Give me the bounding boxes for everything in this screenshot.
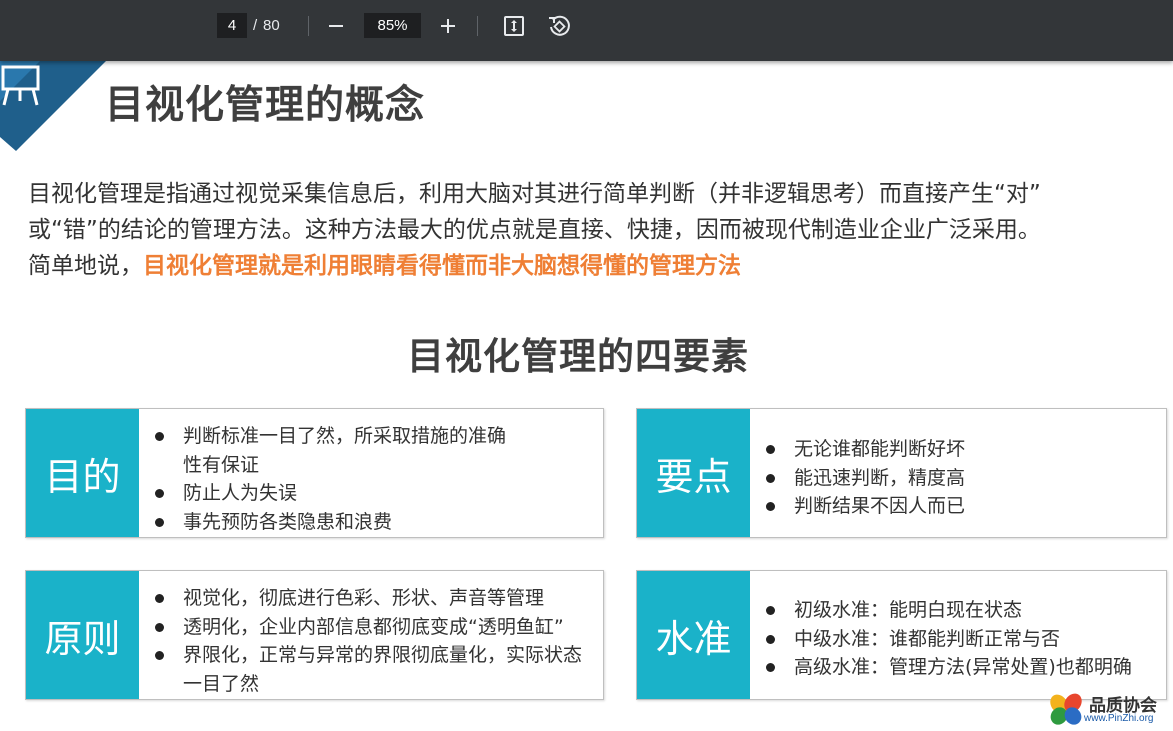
paragraph-line: 目视化管理是指通过视觉采集信息后，利用大脑对其进行简单判断（并非逻辑思考）而直接… [28, 181, 1041, 207]
element-card-purpose: 目的 判断标准一目了然，所采取措施的准确性有保证 防止人为失误 事先预防各类隐患… [25, 408, 604, 538]
rotate-icon [549, 15, 570, 36]
element-label: 原则 [26, 571, 139, 699]
rotate-button[interactable] [544, 11, 574, 41]
watermark-url: www.PinZhi.org [1084, 713, 1154, 724]
paragraph-line: 或“错”的结论的管理方法。这种方法最大的优点就是直接、快捷，因而被现代制造业企业… [28, 217, 1041, 243]
fit-to-page-icon [504, 16, 524, 36]
plus-icon [441, 19, 455, 33]
concept-paragraph: 目视化管理是指通过视觉采集信息后，利用大脑对其进行简单判断（并非逻辑思考）而直接… [28, 176, 1173, 284]
element-card-principles: 原则 视觉化，彻底进行色彩、形状、声音等管理 透明化，企业内部信息都彻底变成“透… [25, 570, 604, 700]
list-item: 初级水准：能明白现在状态 [764, 596, 1164, 625]
element-label: 要点 [637, 409, 750, 537]
list-item: 视觉化，彻底进行色彩、形状、声音等管理 [153, 584, 598, 613]
bullet-list: 视觉化，彻底进行色彩、形状、声音等管理 透明化，企业内部信息都彻底变成“透明鱼缸… [153, 584, 598, 698]
element-label: 目的 [26, 409, 139, 537]
list-item: 无论谁都能判断好坏 [764, 435, 1154, 464]
page-number-input[interactable]: 4 [217, 13, 247, 38]
list-item: 防止人为失误 [153, 479, 513, 508]
paragraph-prefix: 简单地说， [28, 253, 143, 279]
minus-icon [329, 25, 343, 27]
zoom-in-button[interactable] [433, 11, 463, 41]
bullet-list: 初级水准：能明白现在状态 中级水准：谁都能判断正常与否 高级水准：管理方法(异常… [764, 596, 1164, 682]
zoom-out-button[interactable] [321, 11, 351, 41]
paragraph-highlight: 目视化管理就是利用眼睛看得懂而非大脑想得懂的管理方法 [143, 253, 741, 279]
list-item: 事先预防各类隐患和浪费 [153, 508, 513, 537]
page-separator: / [253, 17, 258, 34]
paragraph-line: 简单地说，目视化管理就是利用眼睛看得懂而非大脑想得懂的管理方法 [28, 248, 1173, 284]
page-total: 80 [263, 17, 280, 34]
list-item: 判断标准一目了然，所采取措施的准确性有保证 [153, 422, 513, 479]
toolbar-divider [308, 16, 309, 36]
element-card-key-points: 要点 无论谁都能判断好坏 能迅速判断，精度高 判断结果不因人而已 [636, 408, 1167, 538]
zoom-input[interactable]: 85% [364, 13, 421, 38]
list-item: 能迅速判断，精度高 [764, 464, 1154, 493]
list-item: 界限化，正常与异常的界限彻底量化，实际状态一目了然 [153, 641, 593, 698]
bullet-list: 判断标准一目了然，所采取措施的准确性有保证 防止人为失误 事先预防各类隐患和浪费 [153, 422, 513, 536]
list-item: 高级水准：管理方法(异常处置)也都明确 [764, 653, 1164, 682]
list-item: 透明化，企业内部信息都彻底变成“透明鱼缸” [153, 613, 598, 642]
fit-page-button[interactable] [499, 11, 529, 41]
toolbar-divider [477, 16, 478, 36]
element-card-levels: 水准 初级水准：能明白现在状态 中级水准：谁都能判断正常与否 高级水准：管理方法… [636, 570, 1167, 700]
presentation-corner-icon [0, 61, 106, 151]
pinzhi-logo-icon [1050, 693, 1082, 725]
element-label: 水准 [637, 571, 750, 699]
section-subtitle: 目视化管理的四要素 [407, 335, 749, 378]
list-item: 判断结果不因人而已 [764, 492, 1154, 521]
list-item: 中级水准：谁都能判断正常与否 [764, 625, 1164, 654]
bullet-list: 无论谁都能判断好坏 能迅速判断，精度高 判断结果不因人而已 [764, 435, 1154, 521]
slide-title: 目视化管理的概念 [105, 83, 426, 128]
pdf-toolbar: 4 / 80 85% [0, 0, 1173, 61]
